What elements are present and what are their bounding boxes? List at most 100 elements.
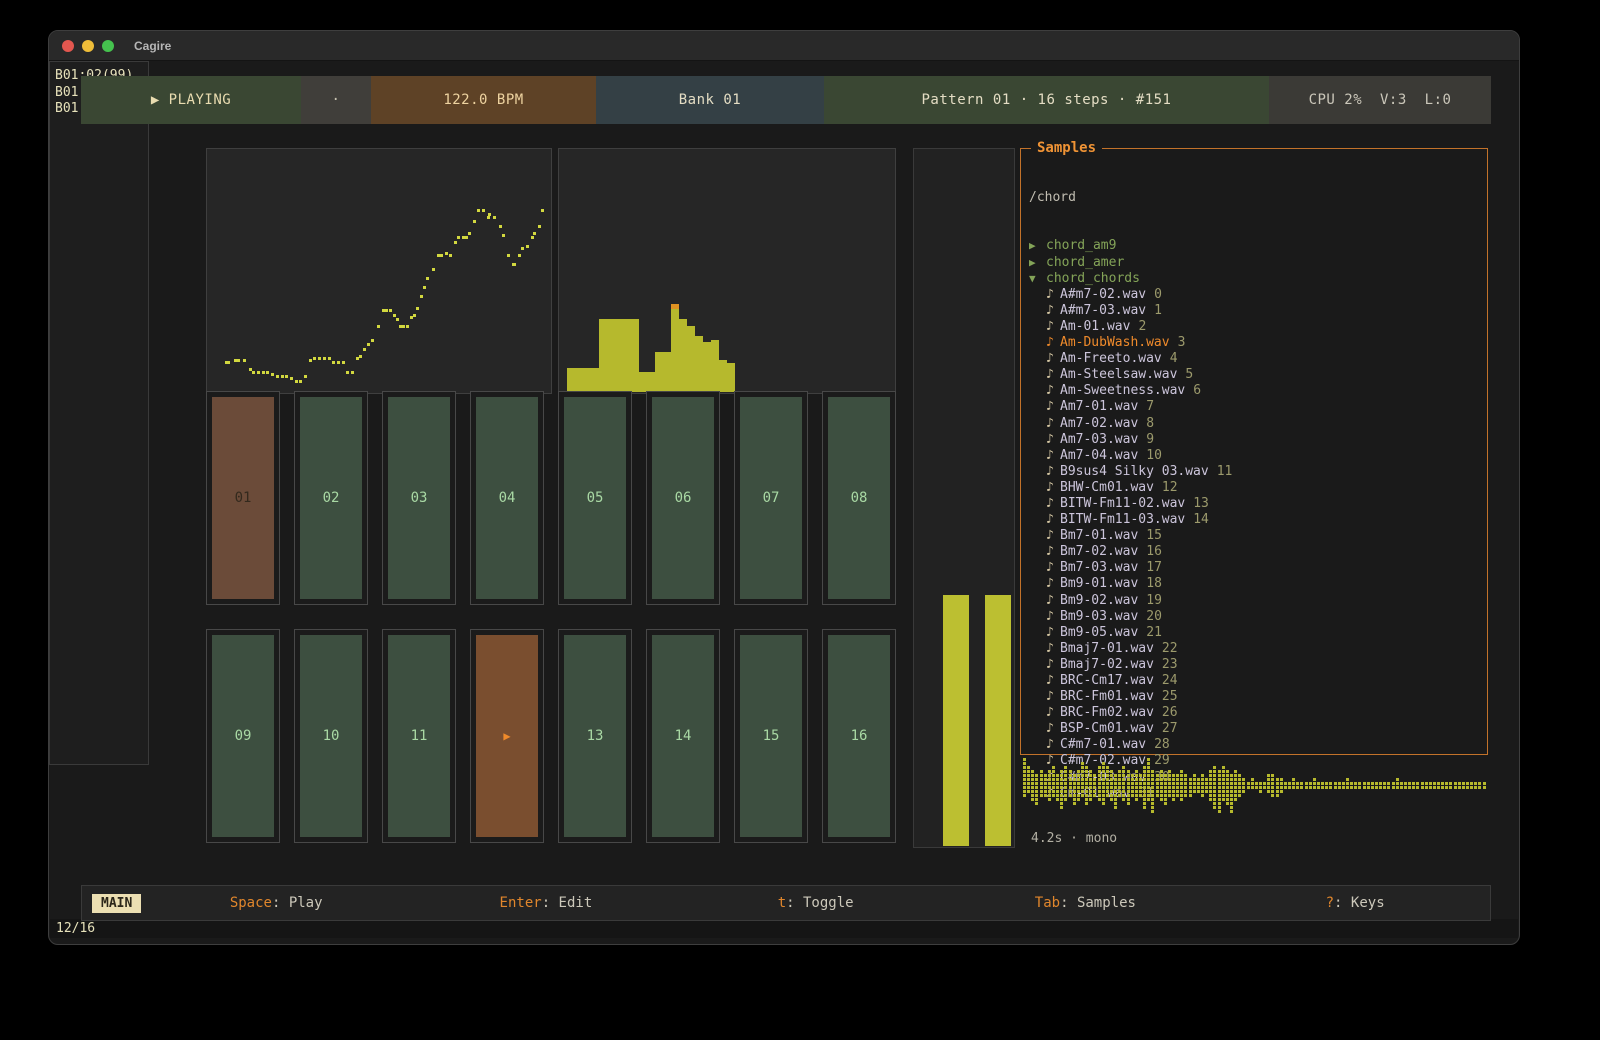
pad-09[interactable]: 09 — [206, 629, 280, 843]
chevron-down-icon: ▼ — [1029, 271, 1046, 287]
histogram-bar — [711, 340, 719, 392]
scatter-point — [426, 277, 429, 280]
file-name: Bm9-03.wav — [1060, 609, 1138, 624]
pad-03[interactable]: 03 — [382, 391, 456, 605]
file-index: 6 — [1193, 383, 1201, 398]
pad-01[interactable]: 01 — [206, 391, 280, 605]
sample-file[interactable]: ♪BRC-Cm17.wav24 — [1029, 673, 1479, 689]
pad-label: 07 — [740, 397, 802, 599]
pad-13[interactable]: 13 — [558, 629, 632, 843]
sample-file[interactable]: ♪Bm7-02.wav16 — [1029, 544, 1479, 560]
sample-file[interactable]: ♪Bm9-02.wav19 — [1029, 593, 1479, 609]
sample-file[interactable]: ♪Am7-01.wav7 — [1029, 399, 1479, 415]
sample-file[interactable]: ♪Bmaj7-01.wav22 — [1029, 641, 1479, 657]
sample-folder-chord_amer[interactable]: ▶chord_amer — [1029, 255, 1479, 271]
sample-file[interactable]: ♪Am-Sweetness.wav6 — [1029, 383, 1479, 399]
sample-file[interactable]: ♪Bm9-01.wav 18 — [1029, 576, 1479, 592]
file-index: 3 — [1178, 335, 1186, 350]
histogram-chart — [567, 304, 735, 392]
pad-07[interactable]: 07 — [734, 391, 808, 605]
pad-10[interactable]: 10 — [294, 629, 368, 843]
scatter-point — [488, 213, 491, 216]
pad-05[interactable]: 05 — [558, 391, 632, 605]
pad-12[interactable]: ▶ — [470, 629, 544, 843]
shortcut-toggle: t: Toggle — [681, 895, 951, 911]
histogram-bar — [615, 319, 623, 392]
scatter-point — [342, 361, 345, 364]
pad-label: 02 — [300, 397, 362, 599]
sample-file[interactable]: ♪BITW-Fm11-02.wav13 — [1029, 496, 1479, 512]
sample-path: /chord — [1029, 190, 1479, 206]
status-segment-playing: ▶ PLAYING — [81, 76, 301, 124]
sample-folder-chord_am9[interactable]: ▶chord_am9 — [1029, 238, 1479, 254]
waveform-info: 4.2s · mono — [1031, 831, 1117, 846]
sample-file[interactable]: ♪BHW-Cm01.wav12 — [1029, 480, 1479, 496]
pad-15[interactable]: 15 — [734, 629, 808, 843]
sample-file[interactable]: ♪BSP-Cm01.wav27 — [1029, 721, 1479, 737]
shortcut-key: Enter — [500, 895, 542, 911]
sample-file[interactable]: ♪Am-DubWash.wav3 — [1029, 335, 1479, 351]
histogram-bar — [583, 368, 591, 392]
sample-file[interactable]: ♪Bm9-05.wav21 — [1029, 625, 1479, 641]
pad-06[interactable]: 06 — [646, 391, 720, 605]
music-note-icon: ♪ — [1046, 576, 1060, 592]
scatter-point — [351, 371, 354, 374]
pad-grid: 0102030405060708 091011▶13141516 — [206, 391, 896, 843]
music-note-icon: ♪ — [1046, 319, 1060, 335]
sample-file[interactable]: ♪Bmaj7-02.wav23 — [1029, 657, 1479, 673]
file-index: 7 — [1146, 399, 1154, 414]
minimize-button[interactable] — [82, 40, 94, 52]
sample-file[interactable]: ♪Bm9-03.wav20 — [1029, 609, 1479, 625]
file-index: 9 — [1146, 432, 1154, 447]
sample-file[interactable]: ♪BITW-Fm11-03.wav14 — [1029, 512, 1479, 528]
pad-label: 10 — [300, 635, 362, 837]
sample-file[interactable]: ♪A#m7-02.wav0 — [1029, 287, 1479, 303]
pad-16[interactable]: 16 — [822, 629, 896, 843]
histogram-bar — [695, 336, 703, 392]
scatter-point — [493, 216, 496, 219]
pad-label: 13 — [564, 635, 626, 837]
sample-file[interactable]: ♪Am-Freeto.wav4 — [1029, 351, 1479, 367]
file-name: Bm9-01.wav — [1060, 576, 1138, 591]
music-note-icon: ♪ — [1046, 609, 1060, 625]
close-button[interactable] — [62, 40, 74, 52]
music-note-icon: ♪ — [1046, 303, 1060, 319]
pad-14[interactable]: 14 — [646, 629, 720, 843]
sample-file[interactable]: ♪B9sus4 Silky 03.wav11 — [1029, 464, 1479, 480]
level-meters-panel — [913, 148, 1015, 848]
sample-file[interactable]: ♪Am-01.wav2 — [1029, 319, 1479, 335]
chevron-right-icon: ▶ — [1029, 238, 1046, 254]
sample-file[interactable]: ♪Am7-03.wav9 — [1029, 432, 1479, 448]
histogram-bar — [687, 326, 695, 392]
zoom-button[interactable] — [102, 40, 114, 52]
pad-02[interactable]: 02 — [294, 391, 368, 605]
file-name: Bmaj7-01.wav — [1060, 641, 1154, 656]
sample-folder-chord_chords[interactable]: ▼chord_chords — [1029, 271, 1479, 287]
status-segment-bpm: 122.0 BPM — [371, 76, 596, 124]
shortcut-label: : Toggle — [786, 895, 853, 911]
music-note-icon: ♪ — [1046, 560, 1060, 576]
sample-file[interactable]: ♪Bm7-01.wav15 — [1029, 528, 1479, 544]
pad-11[interactable]: 11 — [382, 629, 456, 843]
sample-file[interactable]: ♪Am7-02.wav8 — [1029, 416, 1479, 432]
histogram-panel — [558, 148, 896, 394]
file-name: Bm7-01.wav — [1060, 528, 1138, 543]
file-name: Bm7-03.wav — [1060, 560, 1138, 575]
file-index: 18 — [1146, 576, 1162, 591]
shortcut-play: Space: Play — [141, 895, 411, 911]
sample-file[interactable]: ♪Am-Steelsaw.wav5 — [1029, 367, 1479, 383]
sample-file[interactable]: ♪BRC-Fm01.wav25 — [1029, 689, 1479, 705]
pad-08[interactable]: 08 — [822, 391, 896, 605]
pad-04[interactable]: 04 — [470, 391, 544, 605]
sample-file[interactable]: ♪Am7-04.wav10 — [1029, 448, 1479, 464]
file-index: 1 — [1154, 303, 1162, 318]
music-note-icon: ♪ — [1046, 448, 1060, 464]
sample-file[interactable]: ♪A#m7-03.wav1 — [1029, 303, 1479, 319]
shortcut-key: Tab — [1035, 895, 1060, 911]
sample-file[interactable]: ♪BRC-Fm02.wav26 — [1029, 705, 1479, 721]
file-name: Bm9-05.wav — [1060, 625, 1138, 640]
pad-label: 06 — [652, 397, 714, 599]
shortcut-key: ? — [1326, 895, 1334, 911]
sample-file[interactable]: ♪Bm7-03.wav17 — [1029, 560, 1479, 576]
histogram-bar — [727, 363, 735, 392]
